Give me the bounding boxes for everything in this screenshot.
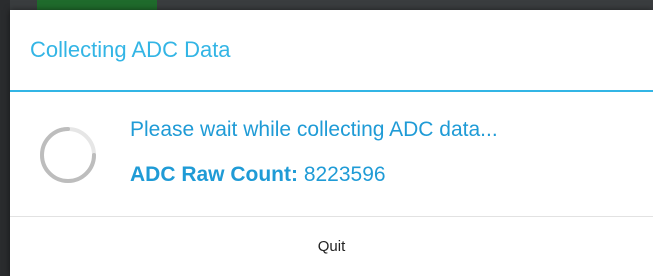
progress-spinner-icon bbox=[40, 127, 96, 183]
progress-message: Please wait while collecting ADC data... bbox=[130, 118, 498, 141]
background-green-tab bbox=[37, 0, 157, 10]
quit-button[interactable]: Quit bbox=[10, 217, 653, 276]
dialog-body: Please wait while collecting ADC data...… bbox=[10, 92, 653, 216]
adc-count-label: ADC Raw Count: bbox=[130, 163, 298, 186]
dialog-title-bar: Collecting ADC Data bbox=[10, 10, 653, 90]
adc-count-value: 8223596 bbox=[303, 163, 386, 186]
dialog-title: Collecting ADC Data bbox=[30, 37, 231, 62]
background-left-bar bbox=[0, 0, 10, 276]
progress-dialog: Collecting ADC Data Please wait while co… bbox=[10, 10, 653, 276]
adc-count-row: ADC Raw Count: 8223596 bbox=[130, 163, 386, 187]
